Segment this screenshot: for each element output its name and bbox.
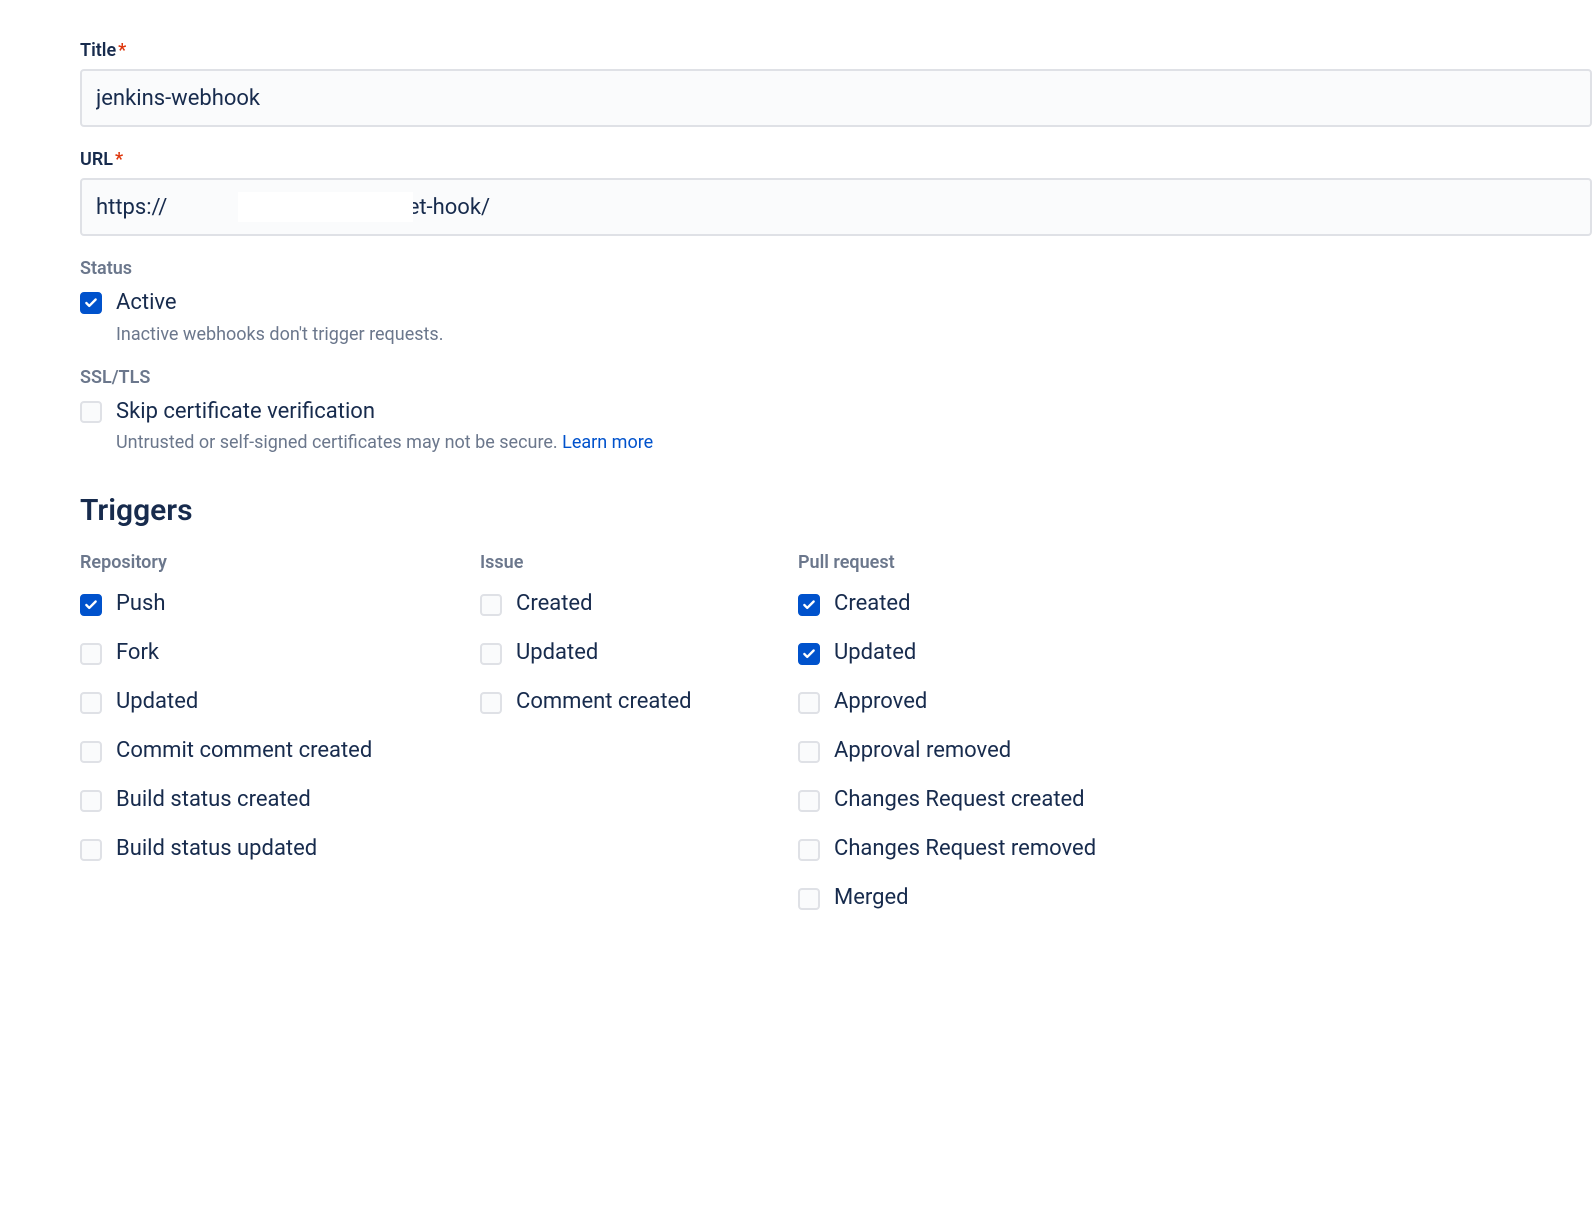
trigger-item: Changes Request removed: [798, 836, 1158, 861]
trigger-label: Build status updated: [116, 838, 317, 860]
pull-request-trigger-column: Pull request Created Updated Approved Appro…: [798, 552, 1158, 934]
trigger-checkbox[interactable]: [798, 692, 820, 714]
trigger-label: Updated: [516, 642, 598, 664]
trigger-item: Build status created: [80, 787, 440, 812]
trigger-label: Updated: [116, 691, 198, 713]
trigger-label: Build status created: [116, 789, 311, 811]
check-icon: [802, 598, 816, 612]
trigger-item: Build status updated: [80, 836, 440, 861]
trigger-label: Created: [834, 593, 910, 615]
skip-cert-help-text: Untrusted or self-signed certificates ma…: [116, 432, 1592, 453]
trigger-label: Updated: [834, 642, 916, 664]
trigger-checkbox[interactable]: [798, 741, 820, 763]
trigger-checkbox[interactable]: [80, 790, 102, 812]
url-field-container: URL*: [80, 149, 1592, 236]
title-label-text: Title: [80, 40, 116, 61]
trigger-checkbox[interactable]: [798, 594, 820, 616]
url-label: URL*: [80, 149, 1592, 170]
trigger-item: Updated: [80, 689, 440, 714]
trigger-checkbox[interactable]: [80, 594, 102, 616]
trigger-checkbox[interactable]: [80, 643, 102, 665]
required-asterisk-icon: *: [115, 149, 123, 170]
trigger-checkbox[interactable]: [798, 888, 820, 910]
trigger-item: Updated: [798, 640, 1158, 665]
ssl-section: SSL/TLS Skip certificate verification Un…: [80, 367, 1592, 454]
trigger-item: Merged: [798, 885, 1158, 910]
triggers-heading: Triggers: [80, 493, 1592, 528]
check-icon: [84, 296, 98, 310]
trigger-item: Updated: [480, 640, 758, 665]
trigger-list-issue: Created Updated Comment created: [480, 591, 758, 714]
title-field-container: Title*: [80, 40, 1592, 127]
skip-cert-checkbox[interactable]: [80, 401, 102, 423]
trigger-item: Comment created: [480, 689, 758, 714]
trigger-item: Push: [80, 591, 440, 616]
ssl-section-label: SSL/TLS: [80, 367, 1592, 388]
learn-more-link[interactable]: Learn more: [562, 432, 653, 453]
trigger-checkbox[interactable]: [80, 741, 102, 763]
trigger-checkbox[interactable]: [80, 692, 102, 714]
trigger-list-pull-request: Created Updated Approved Approval removed Ch…: [798, 591, 1158, 910]
trigger-item: Approval removed: [798, 738, 1158, 763]
trigger-label: Comment created: [516, 691, 692, 713]
skip-cert-label: Skip certificate verification: [116, 398, 1592, 427]
trigger-checkbox[interactable]: [80, 839, 102, 861]
active-label: Active: [116, 289, 1592, 318]
trigger-item: Fork: [80, 640, 440, 665]
trigger-label: Changes Request removed: [834, 838, 1096, 860]
trigger-label: Created: [516, 593, 592, 615]
required-asterisk-icon: *: [118, 40, 126, 61]
active-checkbox[interactable]: [80, 292, 102, 314]
trigger-checkbox[interactable]: [798, 839, 820, 861]
trigger-item: Changes Request created: [798, 787, 1158, 812]
trigger-checkbox[interactable]: [798, 790, 820, 812]
trigger-label: Approval removed: [834, 740, 1011, 762]
trigger-label: Changes Request created: [834, 789, 1085, 811]
url-redacted-overlay: [238, 192, 413, 222]
skip-cert-help-span: Untrusted or self-signed certificates ma…: [116, 432, 562, 453]
trigger-checkbox[interactable]: [798, 643, 820, 665]
check-icon: [84, 598, 98, 612]
issue-trigger-column: Issue Created Updated Comment created: [480, 552, 758, 934]
trigger-label: Push: [116, 593, 165, 615]
status-section: Status Active Inactive webhooks don't tr…: [80, 258, 1592, 345]
status-section-label: Status: [80, 258, 1592, 279]
trigger-checkbox[interactable]: [480, 594, 502, 616]
issue-column-label: Issue: [480, 552, 758, 573]
trigger-checkbox[interactable]: [480, 692, 502, 714]
repository-trigger-column: Repository Push Fork Updated Commit comment…: [80, 552, 440, 934]
active-help-text: Inactive webhooks don't trigger requests…: [116, 324, 1592, 345]
pull-request-column-label: Pull request: [798, 552, 1158, 573]
trigger-label: Merged: [834, 887, 909, 909]
trigger-label: Approved: [834, 691, 927, 713]
repository-column-label: Repository: [80, 552, 440, 573]
trigger-item: Commit comment created: [80, 738, 440, 763]
trigger-label: Fork: [116, 642, 159, 664]
check-icon: [802, 647, 816, 661]
trigger-item: Created: [798, 591, 1158, 616]
trigger-checkbox[interactable]: [480, 643, 502, 665]
url-label-text: URL: [80, 149, 113, 170]
trigger-item: Created: [480, 591, 758, 616]
trigger-list-repository: Push Fork Updated Commit comment created Bui…: [80, 591, 440, 861]
trigger-item: Approved: [798, 689, 1158, 714]
trigger-label: Commit comment created: [116, 740, 372, 762]
title-input[interactable]: [80, 69, 1592, 127]
title-label: Title*: [80, 40, 1592, 61]
triggers-grid: Repository Push Fork Updated Commit comment…: [80, 552, 1592, 934]
